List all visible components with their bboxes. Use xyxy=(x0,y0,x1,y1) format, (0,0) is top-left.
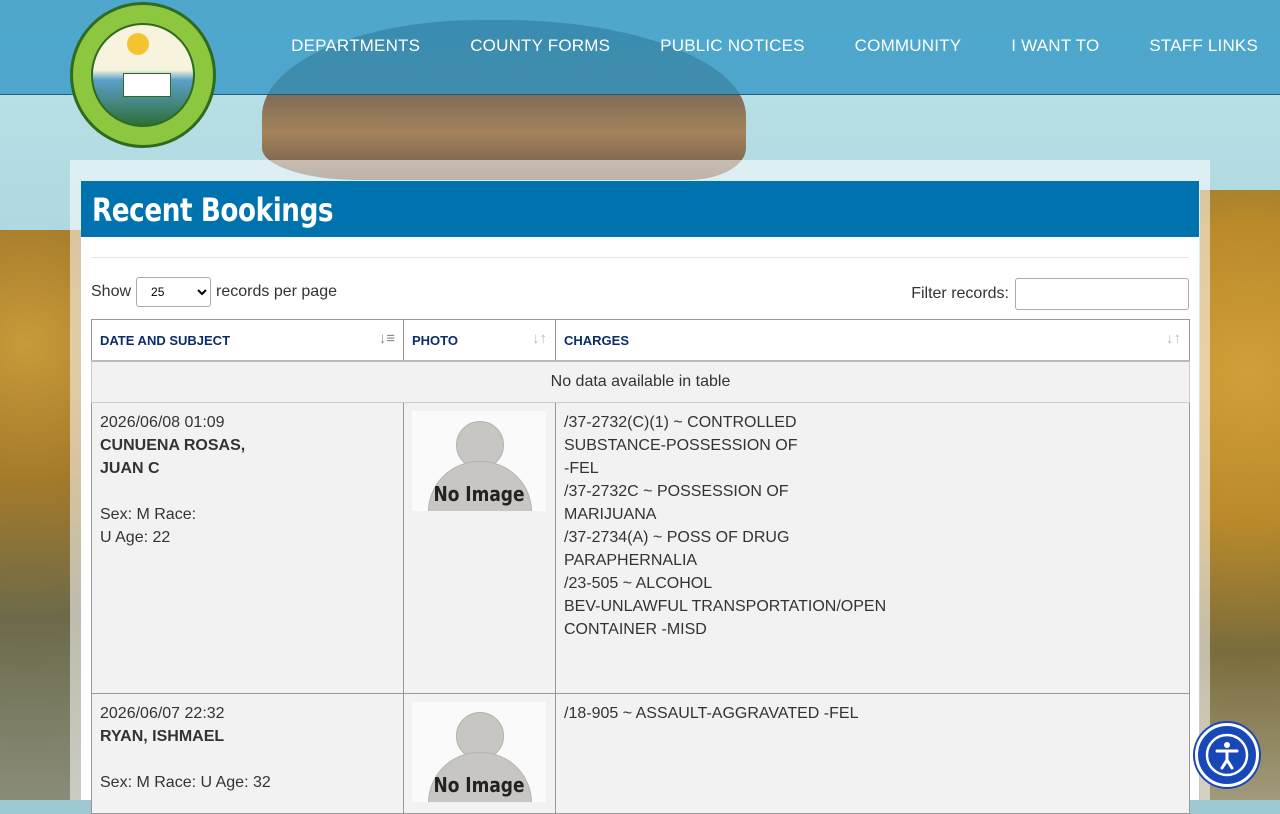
county-seal-logo[interactable] xyxy=(70,2,216,148)
charge-line: BEV-UNLAWFUL TRANSPORTATION/OPEN xyxy=(564,598,887,615)
bookings-table: DATE AND SUBJECT ↓≡ PHOTO ↓↑ CHARGES ↓↑ … xyxy=(91,319,1190,814)
empty-message: No data available in table xyxy=(91,360,1190,403)
charge-line: /18-905 ~ ASSAULT-AGGRAVATED -FEL xyxy=(564,705,859,722)
charge-line: SUBSTANCE-POSSESSION OF xyxy=(564,437,798,454)
no-image-placeholder: No Image xyxy=(412,411,546,511)
charge-line: PARAPHERNALIA xyxy=(564,552,698,569)
main-nav: DEPARTMENTS COUNTY FORMS PUBLIC NOTICES … xyxy=(241,36,1258,56)
photo-cell: No Image xyxy=(403,402,556,694)
accessibility-icon xyxy=(1205,733,1249,777)
seal-emblem xyxy=(91,23,195,127)
photo-cell: No Image xyxy=(403,693,556,814)
sun-icon xyxy=(127,33,149,55)
table-row: 2026/06/08 01:09 CUNUENA ROSAS, JUAN C S… xyxy=(91,402,1190,694)
filter-label: Filter records: xyxy=(911,285,1009,302)
nav-county-forms[interactable]: COUNTY FORMS xyxy=(470,36,610,56)
no-image-placeholder: No Image xyxy=(412,702,546,802)
column-header-photo[interactable]: PHOTO ↓↑ xyxy=(403,319,556,362)
filter-input[interactable] xyxy=(1015,278,1189,310)
trees-right xyxy=(1200,190,1280,800)
nav-public-notices[interactable]: PUBLIC NOTICES xyxy=(660,36,805,56)
title-bar: Recent Bookings xyxy=(81,181,1199,237)
building-icon xyxy=(123,73,171,97)
charge-line: CONTAINER -MISD xyxy=(564,621,707,638)
date-subject-cell: 2026/06/08 01:09 CUNUENA ROSAS, JUAN C S… xyxy=(91,402,404,694)
booking-date: 2026/06/07 22:32 xyxy=(100,705,225,722)
accessibility-button[interactable] xyxy=(1195,723,1259,787)
age: U Age: 22 xyxy=(100,529,171,546)
charges-cell: /37-2732(C)(1) ~ CONTROLLED SUBSTANCE-PO… xyxy=(555,402,1190,694)
subject-name-line2: JUAN C xyxy=(100,460,160,477)
table-row-empty: No data available in table xyxy=(91,360,1190,403)
charge-line: /37-2732C ~ POSSESSION OF xyxy=(564,483,789,500)
nav-departments[interactable]: DEPARTMENTS xyxy=(291,36,420,56)
sex-race-age: Sex: M Race: U Age: 32 xyxy=(100,774,271,791)
table-row: 2026/06/07 22:32 RYAN, ISHMAEL Sex: M Ra… xyxy=(91,693,1190,814)
sort-descending-icon: ↓≡ xyxy=(378,330,395,347)
nav-i-want-to[interactable]: I WANT TO xyxy=(1011,36,1099,56)
charge-line: /37-2734(A) ~ POSS OF DRUG xyxy=(564,529,790,546)
content-panel-inner: Recent Bookings Show 10 25 50 100 record… xyxy=(81,181,1199,814)
page-size-select[interactable]: 10 25 50 100 xyxy=(136,277,212,307)
sort-icon: ↓↑ xyxy=(532,330,547,347)
column-header-date-subject[interactable]: DATE AND SUBJECT ↓≡ xyxy=(91,319,404,362)
no-image-label: No Image xyxy=(433,482,525,506)
content-panel: Recent Bookings Show 10 25 50 100 record… xyxy=(70,160,1210,814)
booking-date: 2026/06/08 01:09 xyxy=(100,414,225,431)
sort-icon: ↓↑ xyxy=(1166,330,1181,347)
subject-name-line1: RYAN, ISHMAEL xyxy=(100,728,225,745)
sex-race: Sex: M Race: xyxy=(100,506,197,523)
charge-line: MARIJUANA xyxy=(564,506,657,523)
table-header-row: DATE AND SUBJECT ↓≡ PHOTO ↓↑ CHARGES ↓↑ xyxy=(91,319,1190,362)
nav-staff-links[interactable]: STAFF LINKS xyxy=(1149,36,1258,56)
subject-name-line1: CUNUENA ROSAS, xyxy=(100,437,246,454)
page-title: Recent Bookings xyxy=(92,191,334,229)
nav-community[interactable]: COMMUNITY xyxy=(855,36,962,56)
per-page-label: records per page xyxy=(216,283,337,300)
charge-line: /37-2732(C)(1) ~ CONTROLLED xyxy=(564,414,797,431)
no-image-label: No Image xyxy=(433,773,525,797)
charges-cell: /18-905 ~ ASSAULT-AGGRAVATED -FEL xyxy=(555,693,1190,814)
show-label: Show xyxy=(91,283,132,300)
divider xyxy=(91,257,1189,258)
date-subject-cell: 2026/06/07 22:32 RYAN, ISHMAEL Sex: M Ra… xyxy=(91,693,404,814)
column-header-charges[interactable]: CHARGES ↓↑ xyxy=(555,319,1190,362)
records-per-page-control: Show 10 25 50 100 records per page xyxy=(91,277,337,307)
charge-line: -FEL xyxy=(564,460,599,477)
charge-line: /23-505 ~ ALCOHOL xyxy=(564,575,713,592)
filter-control: Filter records: xyxy=(911,278,1189,310)
